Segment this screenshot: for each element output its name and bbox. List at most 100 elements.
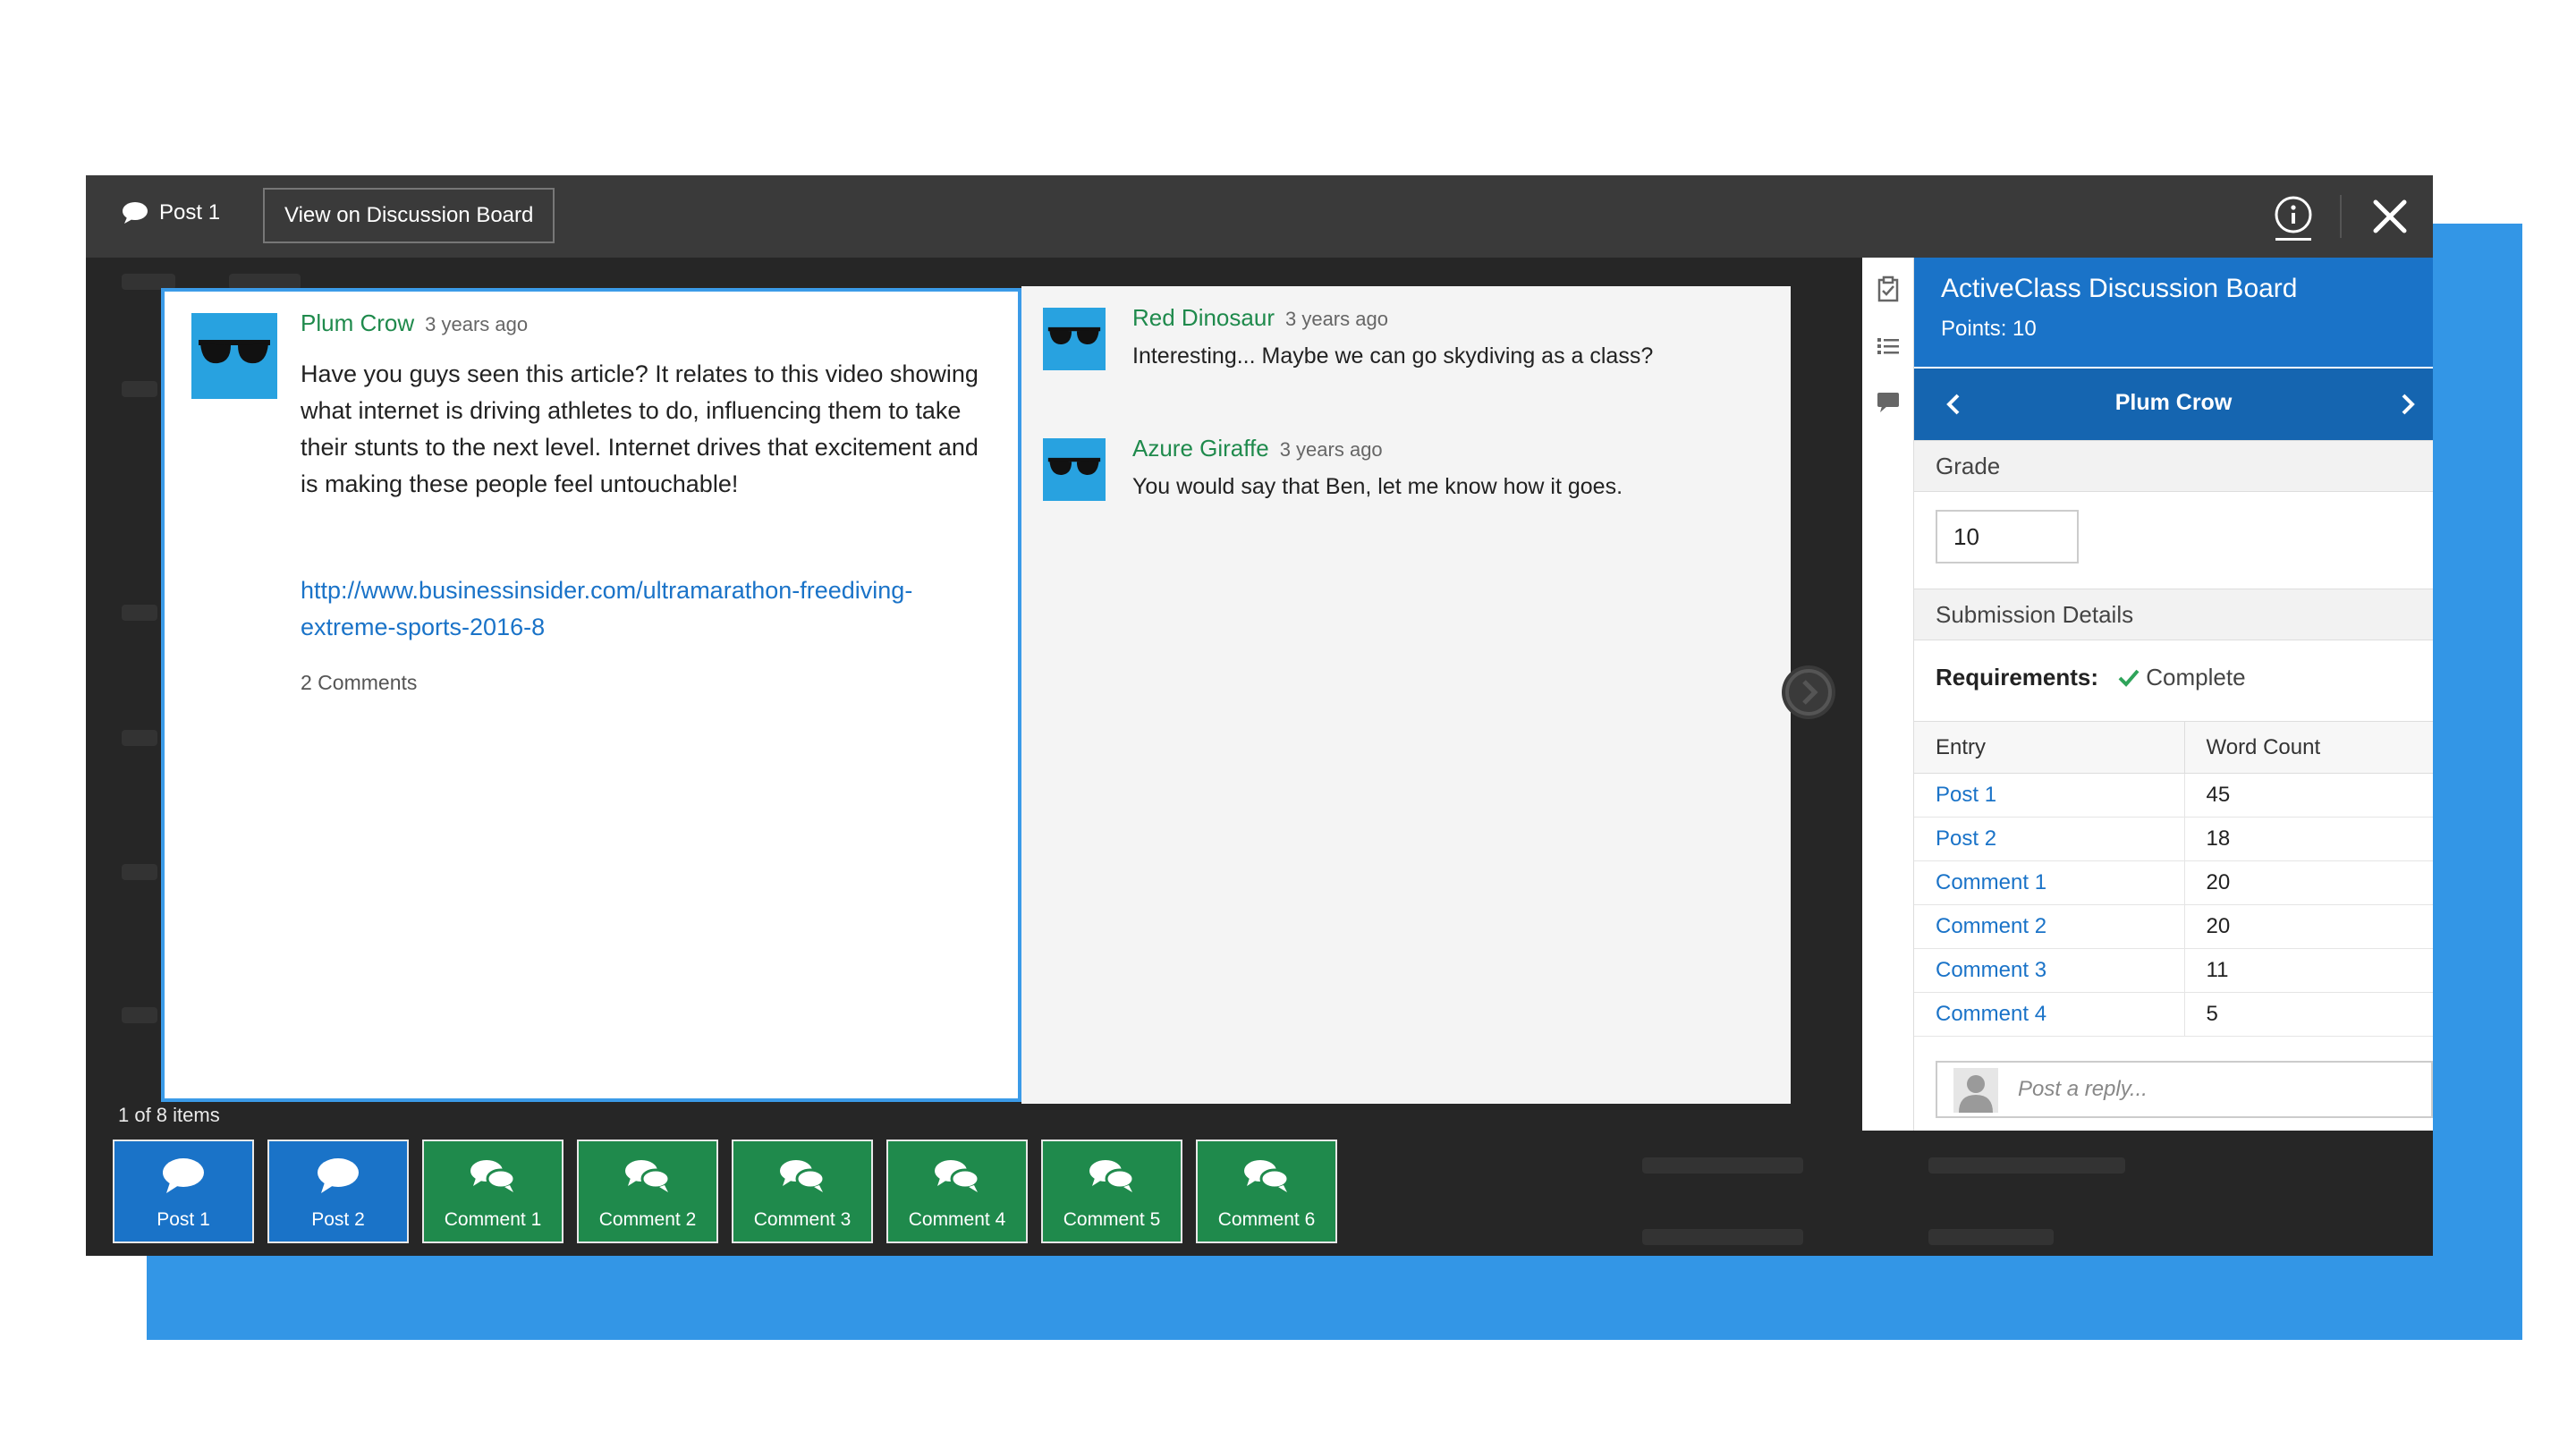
tile-comment-1[interactable]: Comment 1 xyxy=(422,1140,564,1243)
checkmark-icon xyxy=(2118,669,2140,687)
table-row: Comment 45 xyxy=(1914,992,2433,1037)
close-icon xyxy=(2373,199,2407,233)
modal-header: Post 1 View on Discussion Board xyxy=(86,175,2433,258)
comment-timestamp: 3 years ago xyxy=(1284,308,1388,330)
word-count: 20 xyxy=(2184,904,2433,949)
info-icon xyxy=(2275,196,2312,241)
requirements-row: Requirements: Complete xyxy=(1936,664,2246,691)
view-on-board-button[interactable]: View on Discussion Board xyxy=(263,188,555,243)
entry-link[interactable]: Comment 4 xyxy=(1914,992,2185,1037)
close-button[interactable] xyxy=(2365,191,2415,242)
post-link[interactable]: http://www.businessinsider.com/ultramara… xyxy=(301,572,989,646)
sunglasses-icon xyxy=(1047,326,1101,344)
tile-label: Comment 5 xyxy=(1063,1209,1161,1230)
tile-label: Post 1 xyxy=(157,1209,210,1230)
comment-author-name[interactable]: Red Dinosaur xyxy=(1132,304,1275,331)
tile-comment-3[interactable]: Comment 3 xyxy=(732,1140,873,1243)
tile-post-2[interactable]: Post 2 xyxy=(267,1140,409,1243)
post-comments-count[interactable]: 2 Comments xyxy=(301,671,417,695)
header-divider xyxy=(2340,195,2342,238)
ghost-row xyxy=(1928,1157,2125,1174)
sunglasses-icon xyxy=(199,340,270,364)
requirements-label: Requirements: xyxy=(1936,664,2099,691)
tile-label: Comment 3 xyxy=(753,1209,852,1230)
word-count: 45 xyxy=(2184,773,2433,818)
user-avatar-icon xyxy=(1953,1068,1998,1113)
post-card: Plum Crow 3 years ago Have you guys seen … xyxy=(161,288,1021,1102)
comment-timestamp: 3 years ago xyxy=(1279,438,1383,461)
tile-comment-5[interactable]: Comment 5 xyxy=(1041,1140,1182,1243)
reply-input[interactable]: Post a reply... xyxy=(1936,1061,2433,1118)
grade-section-header: Grade xyxy=(1914,440,2433,492)
panel-points: Points: 10 xyxy=(1941,317,2037,341)
speech-bubble-icon xyxy=(318,1158,359,1193)
comment-author[interactable]: Azure Giraffe 3 years ago xyxy=(1132,435,1383,462)
comments-icon xyxy=(470,1160,516,1192)
ghost-row xyxy=(1642,1229,1803,1245)
tile-comment-4[interactable]: Comment 4 xyxy=(886,1140,1028,1243)
tile-comment-2[interactable]: Comment 2 xyxy=(577,1140,718,1243)
student-name: Plum Crow xyxy=(2114,390,2233,415)
next-item-button[interactable] xyxy=(1782,665,1835,719)
tile-label: Comment 4 xyxy=(908,1209,1006,1230)
chevron-right-icon[interactable] xyxy=(2390,386,2426,422)
comment-author[interactable]: Red Dinosaur 3 years ago xyxy=(1132,304,1388,332)
sunglasses-icon xyxy=(1047,457,1101,475)
table-row: Comment 1 20 xyxy=(1914,860,2433,905)
panel-header: ActiveClass Discussion Board Points: 10 xyxy=(1914,258,2433,367)
comment-author-name[interactable]: Azure Giraffe xyxy=(1132,435,1269,462)
speech-bubble-icon xyxy=(123,202,148,224)
chevron-right-icon xyxy=(1785,669,1832,716)
panel-icon-rail xyxy=(1862,258,1914,1131)
clipboard-check-icon[interactable] xyxy=(1875,275,1902,302)
student-navigator: Plum Crow xyxy=(1914,369,2433,440)
word-count: 5 xyxy=(2184,992,2433,1037)
entry-link[interactable]: Comment 1 xyxy=(1914,860,2185,905)
info-button[interactable] xyxy=(2268,191,2318,242)
comments-icon xyxy=(935,1160,980,1192)
ghost-row xyxy=(122,1007,157,1023)
post-timestamp: 3 years ago xyxy=(425,313,529,335)
table-row: Comment 3 11 xyxy=(1914,948,2433,993)
avatar xyxy=(1043,438,1106,501)
comments-icon xyxy=(780,1160,826,1192)
post-indicator: Post 1 xyxy=(122,200,220,225)
grading-modal: Post 1 View on Discussion Board Plum Cro… xyxy=(86,175,2433,1256)
ghost-row xyxy=(122,381,157,397)
ghost-row xyxy=(122,864,157,880)
tile-label: Comment 1 xyxy=(444,1209,542,1230)
word-count: 11 xyxy=(2184,948,2433,993)
tile-post-1[interactable]: Post 1 xyxy=(113,1140,254,1243)
entry-link[interactable]: Comment 3 xyxy=(1914,948,2185,993)
avatar xyxy=(191,313,277,399)
comment-icon[interactable] xyxy=(1875,388,1902,415)
list-icon[interactable] xyxy=(1875,333,1902,360)
table-row: Comment 2 20 xyxy=(1914,904,2433,949)
entry-link[interactable]: Comment 2 xyxy=(1914,904,2185,949)
ghost-row xyxy=(1642,1157,1803,1174)
comment-text: You would say that Ben, let me know how … xyxy=(1132,474,1623,499)
word-count: 18 xyxy=(2184,817,2433,861)
grading-panel: ActiveClass Discussion Board Points: 10 … xyxy=(1914,258,2433,1131)
reply-placeholder: Post a reply... xyxy=(2018,1077,2148,1101)
tile-label: Comment 6 xyxy=(1217,1209,1316,1230)
post-author[interactable]: Plum Crow 3 years ago xyxy=(301,309,528,337)
items-count: 1 of 8 items xyxy=(118,1104,220,1126)
post-indicator-label: Post 1 xyxy=(159,200,221,225)
post-author-name[interactable]: Plum Crow xyxy=(301,309,414,336)
ghost-row xyxy=(122,605,157,621)
comments-icon xyxy=(1244,1160,1290,1192)
tile-comment-6[interactable]: Comment 6 xyxy=(1196,1140,1337,1243)
comment-text: Interesting... Maybe we can go skydiving… xyxy=(1132,343,1654,369)
speech-bubble-icon xyxy=(163,1158,204,1193)
column-header-word-count: Word Count xyxy=(2184,721,2433,774)
post-body: Have you guys seen this article? It rela… xyxy=(301,360,979,497)
entry-link[interactable]: Post 2 xyxy=(1914,817,2185,861)
entry-link[interactable]: Post 1 xyxy=(1914,773,2185,818)
comments-pane: Red Dinosaur 3 years ago Interesting... M… xyxy=(1021,286,1791,1104)
panel-title: ActiveClass Discussion Board xyxy=(1941,274,2298,303)
grade-input[interactable] xyxy=(1936,510,2079,564)
comments-icon xyxy=(1089,1160,1135,1192)
tile-label: Post 2 xyxy=(311,1209,365,1230)
word-count-table: Entry Word Count Post 1 45 Post 2 18 Comme… xyxy=(1914,721,2433,1037)
